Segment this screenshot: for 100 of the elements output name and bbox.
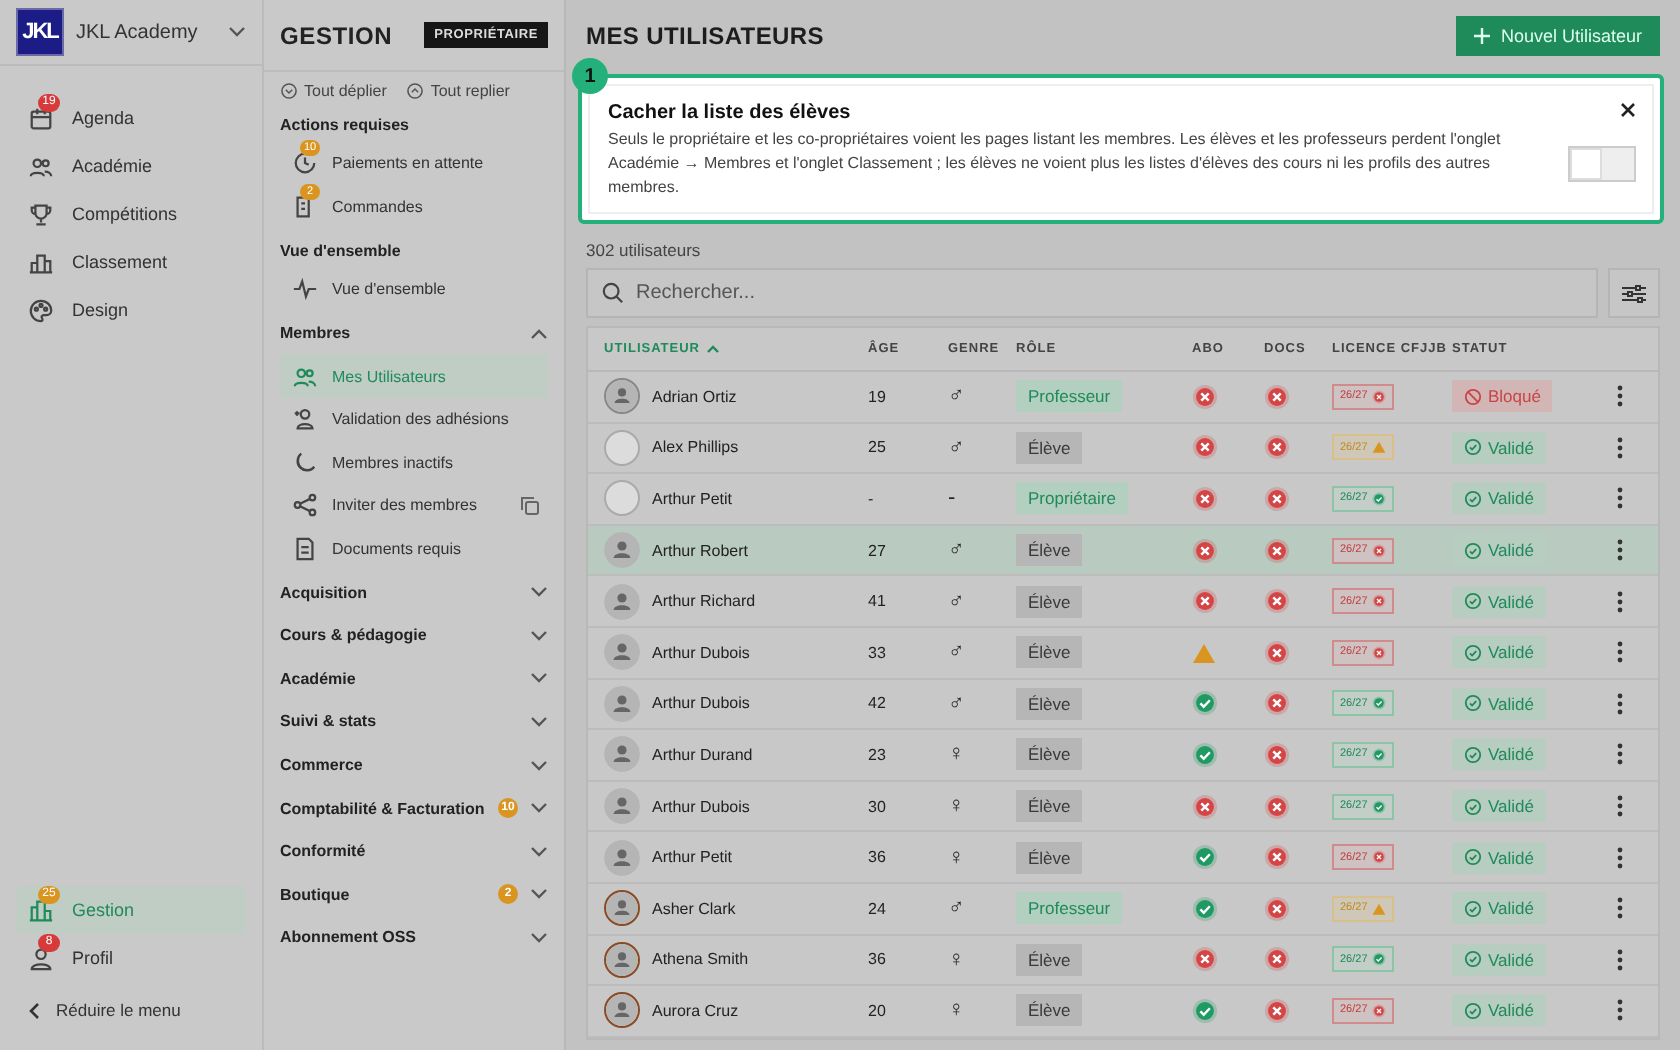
user-name: Arthur Dubois bbox=[652, 797, 750, 816]
gender-symbol: ♂ bbox=[948, 538, 967, 563]
more-icon[interactable] bbox=[1616, 794, 1624, 819]
nav-item[interactable]: Classement bbox=[16, 238, 246, 286]
palette-icon bbox=[28, 297, 54, 323]
status-tag: Validé bbox=[1452, 790, 1546, 823]
search-field[interactable]: Rechercher... bbox=[586, 268, 1598, 318]
status-tag: Validé bbox=[1452, 841, 1546, 874]
chevron-down-icon[interactable] bbox=[530, 629, 548, 642]
status-tag: Validé bbox=[1452, 892, 1546, 925]
gender-symbol: ♂ bbox=[948, 435, 967, 460]
chevron-down-icon[interactable] bbox=[530, 586, 548, 599]
more-icon[interactable] bbox=[1616, 691, 1624, 716]
age-cell-text: 25 bbox=[868, 438, 888, 457]
more-icon[interactable] bbox=[1616, 845, 1624, 870]
check-circle-icon bbox=[1464, 950, 1482, 969]
more-icon[interactable] bbox=[1616, 947, 1624, 972]
logo: JKL bbox=[16, 8, 64, 56]
user-name: Arthur Petit bbox=[652, 489, 733, 508]
more-icon[interactable] bbox=[1616, 384, 1624, 409]
role-tag: Élève bbox=[1016, 994, 1083, 1027]
gender-symbol: ♂ bbox=[948, 640, 967, 665]
filter-button[interactable] bbox=[1608, 268, 1660, 318]
more-icon[interactable] bbox=[1616, 538, 1624, 563]
chevron-down-icon[interactable] bbox=[530, 802, 548, 815]
check-circle-icon bbox=[1464, 797, 1482, 816]
nav-item[interactable]: Documents requis bbox=[280, 527, 548, 571]
nav-item[interactable]: Membres inactifs bbox=[280, 441, 548, 485]
chevron-down-icon[interactable] bbox=[530, 888, 548, 901]
age-cell-text: 42 bbox=[868, 694, 888, 713]
organization-name: JKL Academy bbox=[76, 21, 200, 43]
gender-symbol: ♀ bbox=[948, 794, 967, 819]
step-badge: 1 bbox=[572, 58, 608, 94]
role-tag: Élève bbox=[1016, 943, 1083, 976]
chevron-down-icon[interactable] bbox=[228, 26, 246, 38]
role-tag: Élève bbox=[1016, 585, 1083, 618]
age-cell-text: 36 bbox=[868, 848, 888, 867]
chevron-down-icon[interactable] bbox=[530, 759, 548, 772]
nav-item[interactable]: Académie bbox=[16, 142, 246, 190]
calendar-icon bbox=[28, 105, 54, 131]
gender-symbol: ♀ bbox=[948, 742, 967, 767]
section-header[interactable]: Commerce bbox=[280, 743, 548, 787]
section-header[interactable]: Acquisition bbox=[280, 570, 548, 614]
nav-item[interactable]: Inviter des membres bbox=[280, 484, 548, 528]
moon-icon bbox=[292, 449, 318, 476]
role-tag: Élève bbox=[1016, 431, 1083, 464]
chevron-down-icon[interactable] bbox=[530, 715, 548, 728]
chevron-down-icon[interactable] bbox=[530, 672, 548, 685]
page-title: MES UTILISATEURS bbox=[586, 22, 824, 50]
toggle-switch[interactable] bbox=[1568, 146, 1636, 182]
section-header[interactable]: Conformité bbox=[280, 829, 548, 873]
chevron-up-icon[interactable] bbox=[530, 327, 548, 340]
collapse-menu-button[interactable]: Réduire le menu bbox=[0, 982, 262, 1050]
copy-icon[interactable] bbox=[520, 495, 540, 516]
nav-item[interactable]: Vue d'ensemble bbox=[280, 268, 548, 312]
user-name: Arthur Robert bbox=[652, 541, 749, 560]
chevron-circle-icon bbox=[406, 81, 425, 99]
age-cell-text: 27 bbox=[868, 541, 888, 560]
gender-symbol: ♀ bbox=[948, 998, 967, 1023]
people-icon bbox=[292, 363, 318, 390]
age-cell-text: 41 bbox=[868, 592, 888, 611]
more-icon[interactable] bbox=[1616, 998, 1624, 1023]
section-header[interactable]: Cours & pédagogie bbox=[280, 613, 548, 658]
section-title: Vue d'ensemble bbox=[280, 239, 403, 264]
more-icon[interactable] bbox=[1616, 486, 1624, 511]
gender-symbol: ♀ bbox=[948, 947, 967, 972]
more-icon[interactable] bbox=[1616, 435, 1624, 460]
section-header[interactable]: Membres bbox=[280, 311, 548, 355]
section-header[interactable]: Académie bbox=[280, 657, 548, 701]
gender-symbol: - bbox=[948, 486, 958, 511]
more-icon[interactable] bbox=[1616, 589, 1624, 614]
expand-all-button[interactable]: Tout déplier bbox=[280, 81, 387, 99]
plus-icon bbox=[1474, 28, 1491, 44]
more-icon[interactable] bbox=[1616, 896, 1624, 921]
nav-item[interactable]: Compétitions bbox=[16, 190, 246, 238]
nav-item[interactable]: Validation des adhésions bbox=[280, 397, 548, 442]
section-header[interactable]: Suivi & stats bbox=[280, 700, 548, 744]
close-icon[interactable] bbox=[1620, 102, 1636, 118]
role-tag: Élève bbox=[1016, 738, 1083, 771]
user-name: Athena Smith bbox=[652, 950, 749, 969]
check-circle-icon bbox=[1464, 541, 1482, 560]
user-name: Arthur Durand bbox=[652, 745, 753, 764]
section-title: Actions requises bbox=[280, 113, 411, 138]
more-icon[interactable] bbox=[1616, 742, 1624, 767]
bar-chart-icon bbox=[28, 249, 54, 275]
age-cell-text: - bbox=[868, 489, 876, 508]
more-icon[interactable] bbox=[1616, 640, 1624, 665]
nav-item[interactable]: Design bbox=[16, 286, 246, 334]
age-cell-text: 33 bbox=[868, 643, 888, 662]
collapse-all-button[interactable]: Tout replier bbox=[406, 81, 510, 99]
gender-symbol: ♀ bbox=[948, 845, 967, 870]
chevron-down-icon[interactable] bbox=[530, 845, 548, 858]
role-tag: Professeur bbox=[1016, 892, 1123, 925]
user-name: Adrian Ortiz bbox=[652, 387, 737, 406]
status-tag: Validé bbox=[1452, 738, 1546, 771]
gender-symbol: ♂ bbox=[948, 896, 967, 921]
gender-symbol: ♂ bbox=[948, 691, 967, 716]
new-user-button[interactable]: Nouvel Utilisateur bbox=[1456, 16, 1660, 56]
section-header[interactable]: Abonnement OSS bbox=[280, 916, 548, 960]
chevron-down-icon[interactable] bbox=[530, 931, 548, 944]
